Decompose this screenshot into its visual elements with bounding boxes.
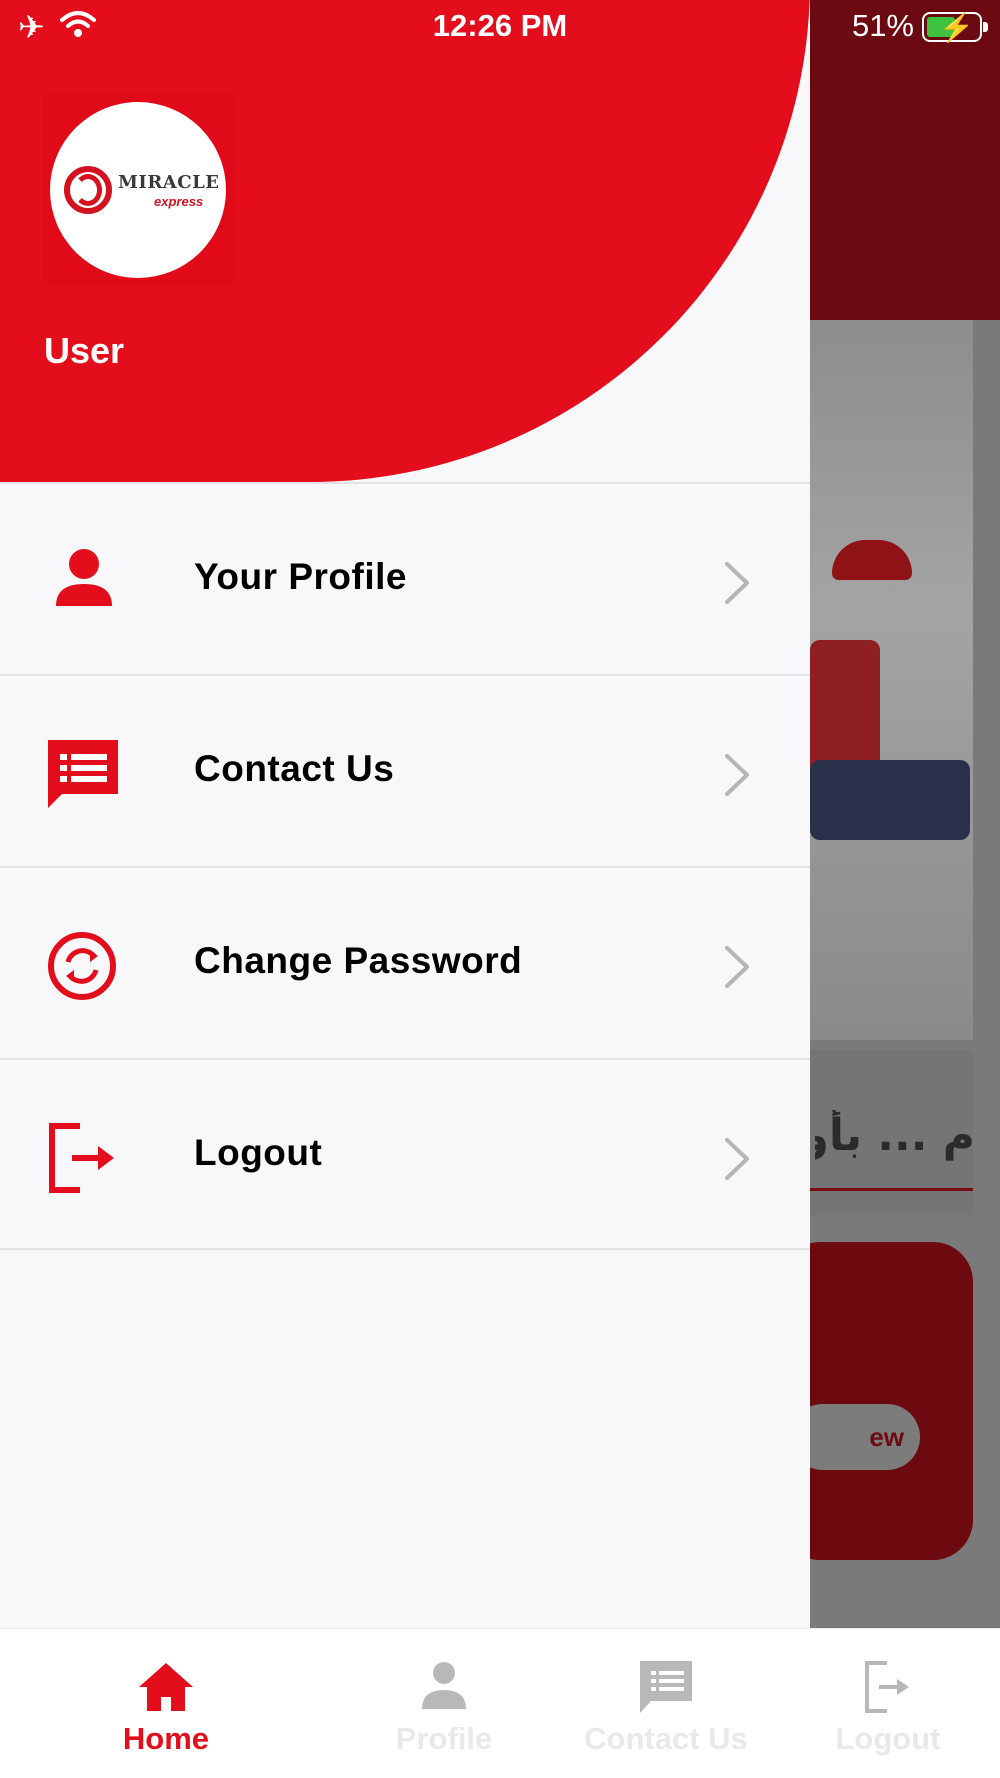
background-underline (810, 1188, 973, 1191)
tab-label: Contact Us (584, 1721, 748, 1756)
battery-charging-icon: ⚡ (922, 12, 988, 43)
chevron-right-icon (725, 562, 749, 604)
tab-home[interactable]: Home (55, 1629, 277, 1778)
refresh-circle-icon (48, 932, 116, 1000)
menu-item-label: Your Profile (194, 556, 407, 597)
chat-list-icon (48, 740, 118, 808)
status-time: 12:26 PM (432, 8, 568, 43)
logo-brand-text: MIRACLE (118, 172, 220, 193)
tab-label: Home (122, 1721, 210, 1756)
menu-item-change-password[interactable]: Change Password (0, 866, 810, 1058)
home-icon (139, 1663, 193, 1711)
logout-icon (865, 1661, 909, 1713)
tab-logout[interactable]: Logout (777, 1629, 999, 1778)
menu-item-label: Contact Us (194, 748, 395, 789)
person-icon (422, 1662, 466, 1709)
menu-item-your-profile[interactable]: Your Profile (0, 482, 810, 674)
chevron-right-icon (725, 946, 749, 988)
tab-label: Logout (835, 1721, 941, 1756)
chevron-right-icon (725, 754, 749, 796)
drawer-menu: Your Profile Contact Us Change Password … (0, 482, 810, 1250)
tab-profile[interactable]: Profile (333, 1629, 555, 1778)
person-icon (56, 549, 112, 606)
background-rider-jeans (810, 760, 970, 840)
app-logo: MIRACLE express (42, 94, 234, 286)
chat-list-icon (640, 1661, 692, 1713)
user-name: User (44, 330, 125, 371)
menu-item-label: Change Password (194, 940, 523, 981)
status-bar: ✈ 12:26 PM 51% ⚡ (0, 0, 1000, 56)
chevron-right-icon (725, 1138, 749, 1180)
menu-item-contact-us[interactable]: Contact Us (0, 674, 810, 866)
logo-tagline-text: express (154, 194, 204, 209)
tab-contact-us[interactable]: Contact Us (555, 1629, 777, 1778)
menu-item-logout[interactable]: Logout (0, 1058, 810, 1250)
battery-percent: 51% (851, 8, 914, 43)
background-arabic-text: م ... بأو (815, 1110, 975, 1161)
menu-item-label: Logout (194, 1132, 323, 1173)
navigation-drawer: MIRACLE express User Your Profile Contac… (0, 0, 810, 1628)
logout-icon (49, 1123, 114, 1193)
tab-label: Profile (395, 1721, 493, 1756)
bottom-tab-bar: Home Profile Contact Us Logout (0, 1628, 1000, 1778)
